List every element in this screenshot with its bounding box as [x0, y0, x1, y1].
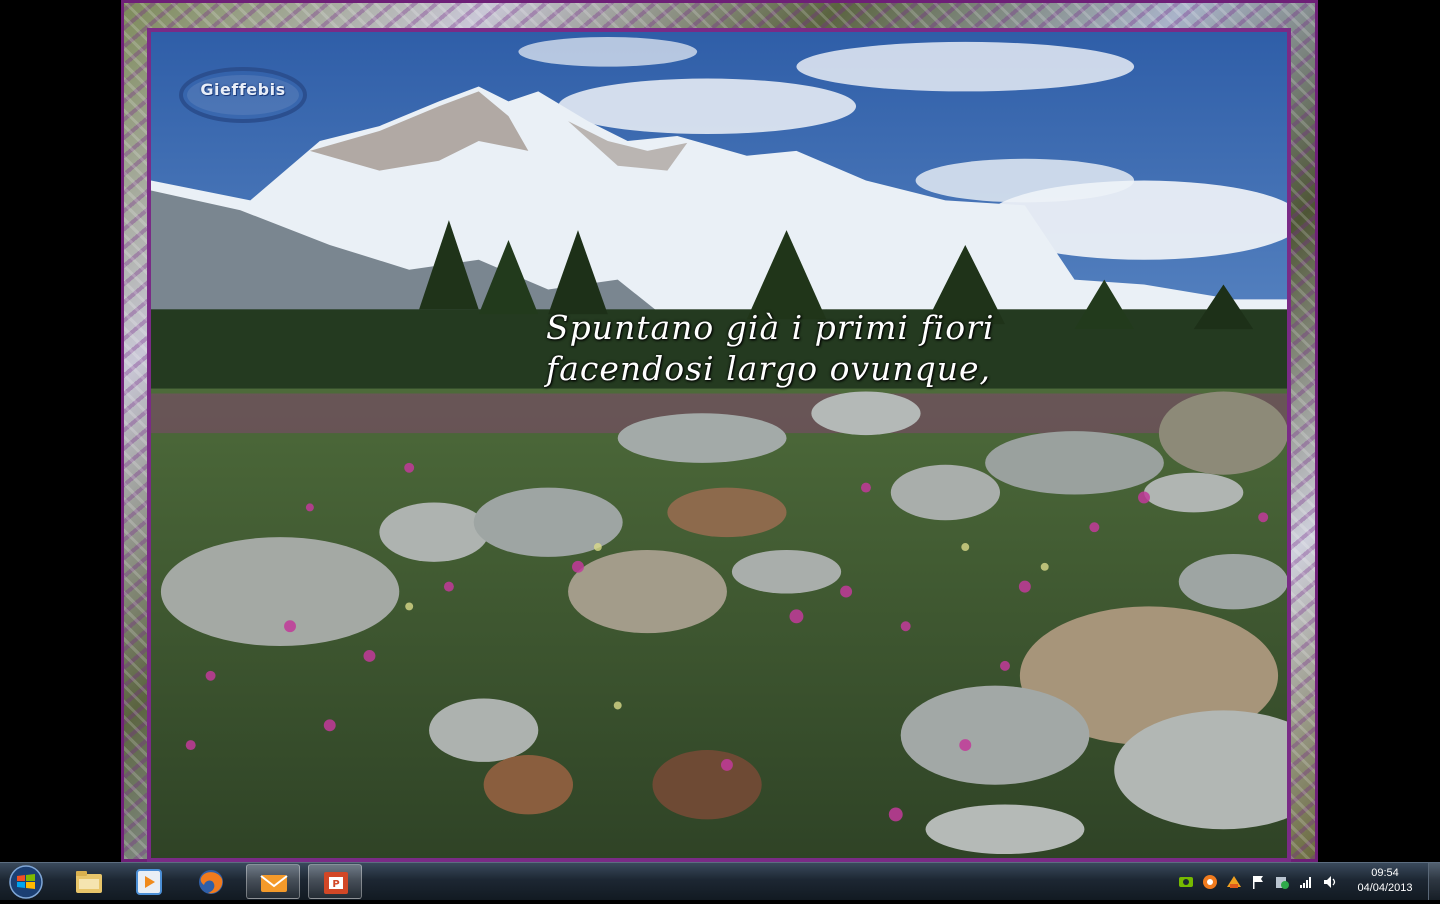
slideshow-photo-area[interactable]: Gieffebis Spuntano già i primi fiori face… [147, 28, 1291, 862]
start-button[interactable] [6, 864, 46, 900]
volume-icon[interactable] [1322, 874, 1338, 890]
folder-icon [76, 871, 102, 893]
network-signal-icon[interactable] [1298, 874, 1314, 890]
clock-time: 09:54 [1371, 867, 1399, 879]
taskbar-clock[interactable]: 09:54 04/04/2013 [1348, 866, 1422, 896]
caption-line-2: facendosi largo ovunque, [546, 349, 992, 388]
svg-text:P: P [332, 879, 339, 890]
security-icon[interactable] [1274, 874, 1290, 890]
mountain-meadow-photo [151, 32, 1287, 858]
action-center-flag-icon[interactable] [1250, 874, 1266, 890]
update-icon[interactable] [1226, 874, 1242, 890]
show-desktop-button[interactable] [1428, 863, 1440, 900]
taskbar-mail-button[interactable] [246, 864, 300, 899]
firefox-icon [199, 870, 223, 894]
mail-envelope-icon [260, 875, 288, 892]
clock-date: 04/04/2013 [1357, 882, 1413, 894]
media-player-icon [136, 869, 162, 895]
caption-line-1: Spuntano già i primi fiori [546, 308, 995, 347]
taskbar-firefox-button[interactable] [184, 864, 238, 899]
slide-caption: Spuntano già i primi fiori facendosi larg… [546, 307, 994, 389]
taskbar-media-player-button[interactable] [122, 864, 176, 899]
logo-text: Gieffebis [200, 80, 286, 99]
taskbar-explorer-button[interactable] [62, 864, 116, 899]
system-tray [1170, 863, 1345, 900]
nvidia-icon[interactable] [1178, 874, 1194, 890]
taskbar: P 09:54 04/04/2013 [0, 862, 1440, 900]
avast-icon[interactable] [1202, 874, 1218, 890]
gieffebis-logo: Gieffebis [179, 67, 307, 123]
taskbar-powerpoint-button[interactable]: P [308, 864, 362, 899]
windows-logo-icon [9, 865, 43, 899]
powerpoint-icon: P [324, 872, 348, 894]
